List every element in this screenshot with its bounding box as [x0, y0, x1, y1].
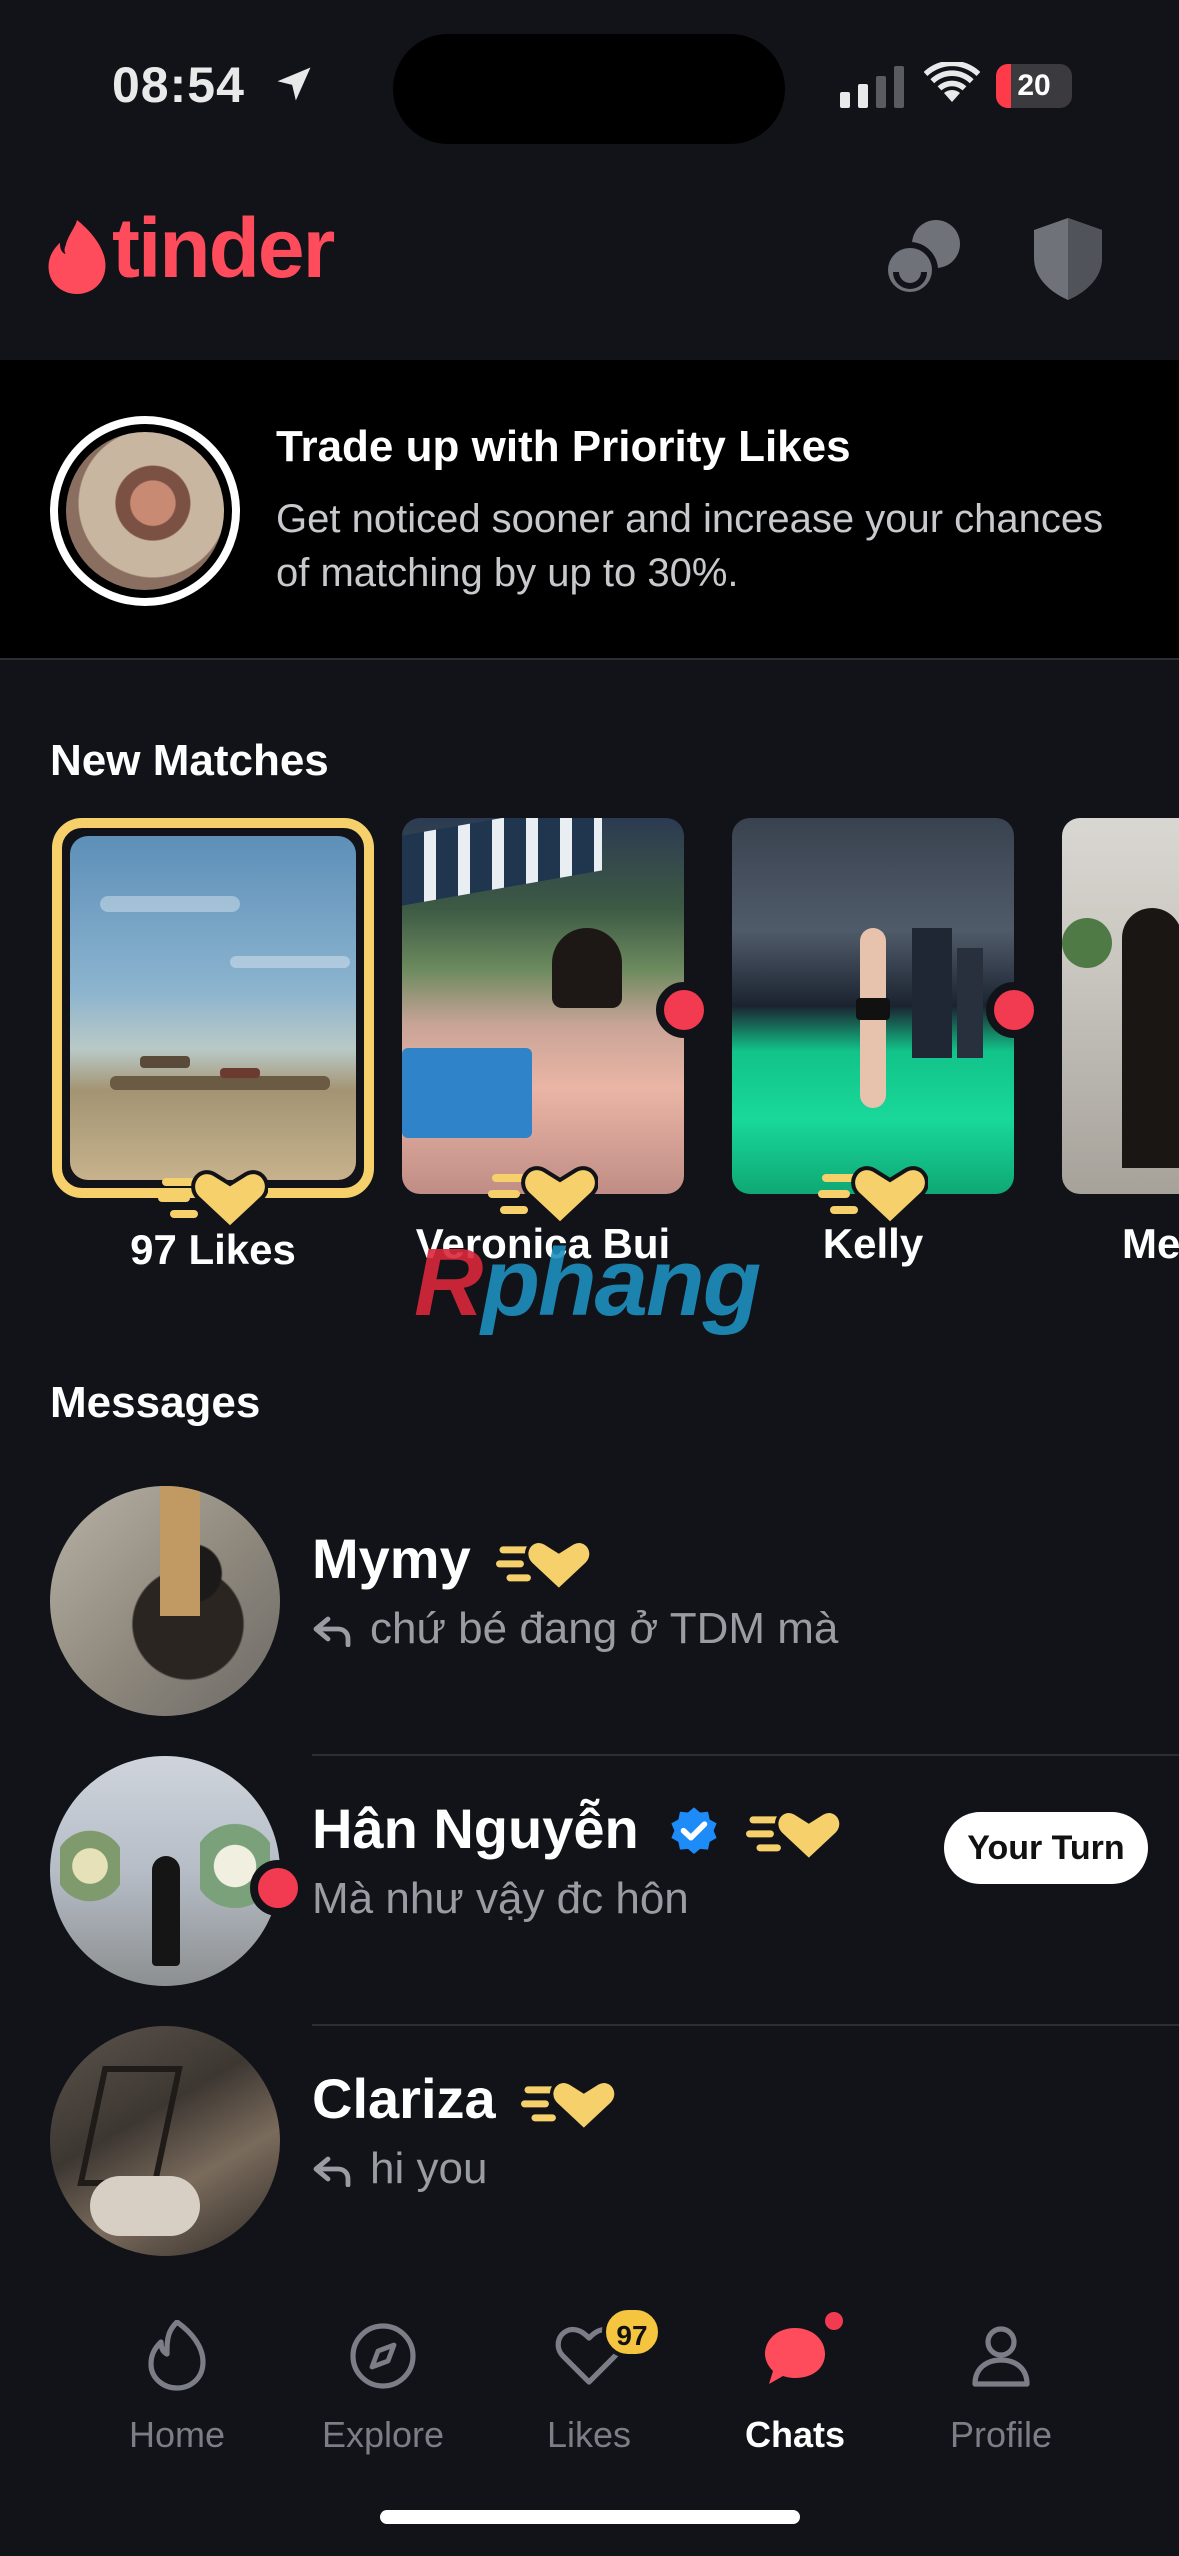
tab-label: Home [128, 2414, 226, 2455]
online-indicator [986, 982, 1042, 1038]
priority-like-badge-icon [496, 1539, 594, 1593]
avatar [50, 1756, 280, 1986]
app-header: tinder [0, 170, 1179, 360]
verified-badge-icon [671, 1807, 717, 1855]
match-photo [402, 818, 684, 1194]
promo-avatar [50, 416, 240, 606]
status-time: 08:54 [112, 57, 245, 113]
tinder-logo: tinder [112, 201, 335, 295]
dynamic-island [393, 34, 785, 144]
person-icon [972, 2326, 1030, 2387]
online-indicator [250, 1860, 306, 1916]
avatar [50, 1486, 280, 1716]
new-matches-heading: New Matches [50, 736, 329, 785]
tab-label: Explore [321, 2414, 445, 2455]
tinder-flame-icon [48, 220, 106, 294]
priority-likes-banner[interactable]: Trade up with Priority Likes Get noticed… [0, 360, 1179, 660]
message-row-mymy[interactable]: Mymy chứ bé đang ở TDM mà [0, 1486, 1179, 1756]
message-row-han-nguyen[interactable]: Hân Nguyễn Your Turn Mà như vậy đc hôn [0, 1756, 1179, 2026]
double-date-icon[interactable] [876, 210, 972, 306]
contact-name: Clariza [312, 2066, 618, 2134]
shield-icon[interactable] [1020, 210, 1116, 306]
priority-like-badge-icon [158, 1170, 268, 1231]
chat-bubble-icon [765, 2328, 825, 2384]
match-photo [1062, 818, 1179, 1194]
location-arrow-icon [277, 67, 311, 101]
message-row-clariza[interactable]: Clariza hi you [0, 2026, 1179, 2296]
message-preview: chứ bé đang ở TDM mà [312, 1604, 838, 1654]
tinder-flame-icon [148, 2320, 206, 2391]
home-indicator [380, 2510, 800, 2524]
match-photo [732, 818, 1014, 1194]
match-name: Me [1122, 1220, 1179, 1267]
likes-count-label: 97 Likes [130, 1226, 296, 1273]
wifi-icon [924, 62, 980, 102]
tab-label: Likes [546, 2414, 632, 2455]
avatar [50, 2026, 280, 2256]
your-turn-badge: Your Turn [944, 1812, 1148, 1884]
priority-like-badge-icon [521, 2079, 618, 2133]
likes-count-badge: 97 [602, 2306, 662, 2358]
messages-heading: Messages [50, 1378, 261, 1427]
match-name: Kelly [822, 1220, 924, 1267]
tab-label: Chats [744, 2414, 846, 2455]
message-preview: hi you [312, 2144, 487, 2194]
message-preview: Mà như vậy đc hôn [312, 1874, 689, 1923]
tab-home[interactable]: Home [77, 2320, 277, 2456]
reply-arrow-icon [313, 2156, 351, 2188]
tab-chats[interactable]: Chats [695, 2312, 895, 2456]
reply-arrow-icon [313, 1616, 351, 1648]
tab-explore[interactable]: Explore [283, 2320, 483, 2456]
online-indicator [656, 982, 712, 1038]
compass-icon [350, 2323, 416, 2389]
contact-name: Mymy [312, 1526, 594, 1594]
tab-likes[interactable]: 97 Likes [489, 2306, 689, 2456]
likes-card-photo [70, 836, 356, 1180]
tab-label: Profile [949, 2414, 1053, 2455]
cellular-signal-icon [840, 66, 904, 108]
status-bar: 08:54 20 [0, 0, 1179, 170]
watermark: Rphang [414, 1229, 761, 1336]
priority-like-badge-icon [488, 1166, 598, 1227]
battery-percentage: 20 [1017, 69, 1051, 102]
contact-name: Hân Nguyễn [312, 1796, 843, 1864]
battery-indicator: 20 [996, 64, 1072, 108]
promo-title: Trade up with Priority Likes [276, 422, 851, 471]
promo-subtitle: Get noticed sooner and increase your cha… [276, 497, 1104, 595]
priority-like-badge-icon [818, 1166, 928, 1227]
priority-like-badge-icon [745, 1809, 843, 1863]
unread-dot [825, 2312, 843, 2330]
tab-profile[interactable]: Profile [901, 2320, 1101, 2456]
